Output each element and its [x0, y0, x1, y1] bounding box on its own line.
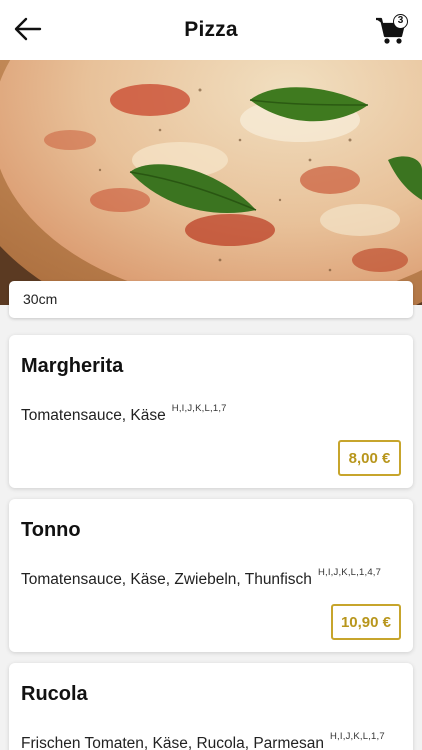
category-hero-image — [0, 60, 422, 305]
ingredients-text: Frischen Tomaten, Käse, Rucola, Parmesan — [21, 735, 324, 750]
product-name: Tonno — [21, 519, 81, 541]
product-name: Margherita — [21, 355, 124, 377]
app: Pizza 3 30cm Margherita Tomatensauce, Kä… — [0, 0, 422, 750]
arrow-left-icon — [14, 17, 42, 41]
header-bar: Pizza 3 — [0, 0, 422, 60]
ingredients-text: Tomatensauce, Käse — [21, 407, 166, 424]
size-select-value: 30cm — [23, 291, 58, 307]
product-name: Rucola — [21, 683, 88, 705]
allergen-codes: H,I,J,K,L,1,7 — [171, 403, 227, 414]
product-card-tonno[interactable]: Tonno Tomatensauce, Käse, Zwiebeln, Thun… — [9, 499, 413, 652]
product-ingredients: Frischen Tomaten, Käse, Rucola, Parmesan… — [21, 731, 385, 750]
size-select[interactable]: 30cm — [9, 281, 413, 318]
allergen-codes: H,I,J,K,L,1,4,7 — [317, 567, 382, 578]
product-ingredients: Tomatensauce, Käse, Zwiebeln, Thunfisch H… — [21, 567, 381, 589]
product-card-rucola[interactable]: Rucola Frischen Tomaten, Käse, Rucola, P… — [9, 663, 413, 750]
page-title: Pizza — [184, 18, 238, 41]
back-button[interactable] — [14, 16, 42, 42]
cart-count-badge: 3 — [393, 14, 408, 29]
price-add-button[interactable]: 10,90 € — [330, 604, 401, 640]
cart-button[interactable]: 3 — [374, 12, 408, 46]
price-add-button[interactable]: 8,00 € — [338, 440, 401, 476]
ingredients-text: Tomatensauce, Käse, Zwiebeln, Thunfisch — [21, 571, 312, 588]
allergen-codes: H,I,J,K,L,1,7 — [329, 731, 385, 742]
product-ingredients: Tomatensauce, Käse H,I,J,K,L,1,7 — [21, 403, 227, 425]
product-card-margherita[interactable]: Margherita Tomatensauce, Käse H,I,J,K,L,1… — [9, 335, 413, 488]
